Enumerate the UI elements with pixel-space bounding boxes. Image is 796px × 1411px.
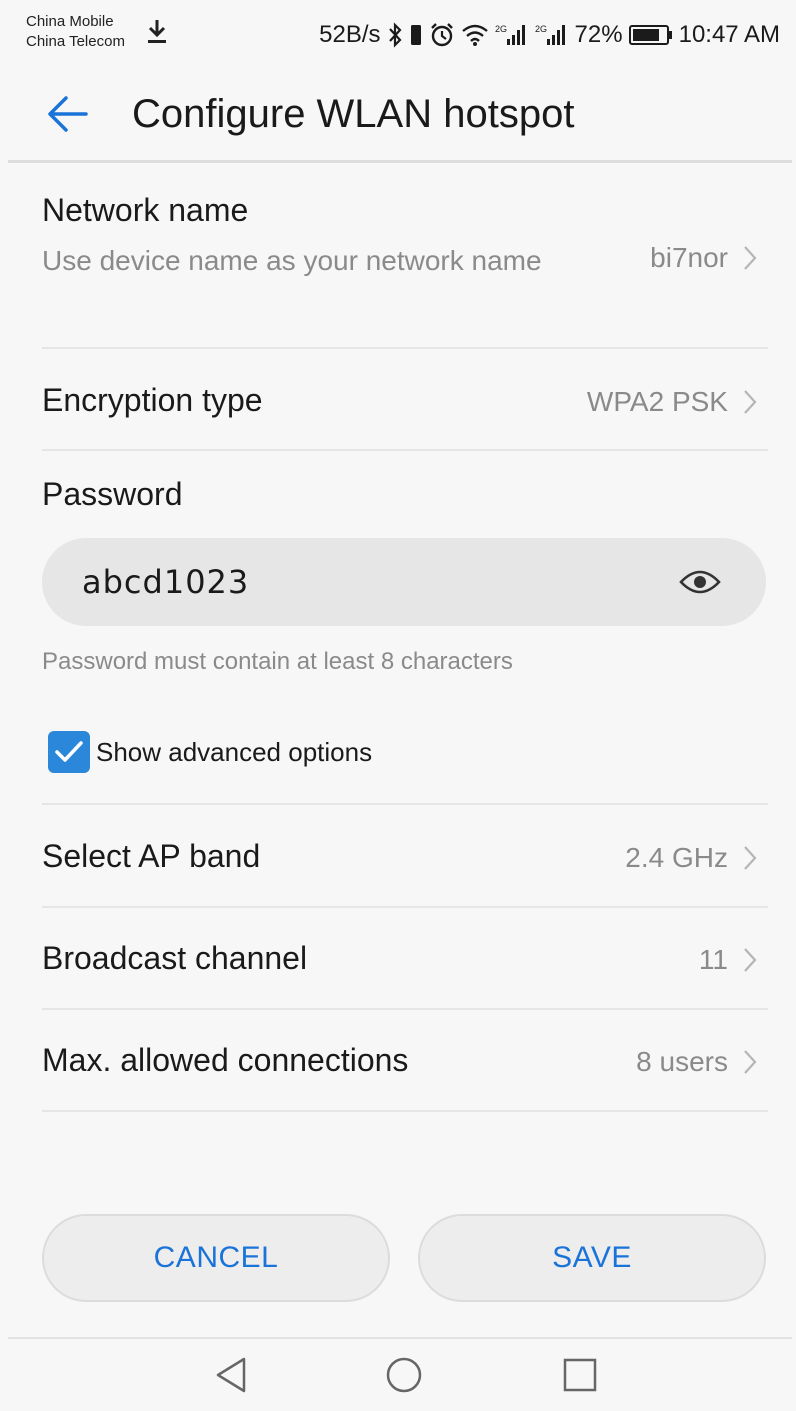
- divider: [42, 1008, 768, 1010]
- max-connections-row[interactable]: Max. allowed connections 8 users: [42, 1040, 768, 1088]
- network-name-value: bi7nor: [650, 242, 728, 273]
- carrier-1: China Mobile: [26, 13, 114, 30]
- chevron-right-icon: [744, 1050, 757, 1074]
- status-icons: 52B/s 2G 2G 72% 10:47 AM: [319, 18, 780, 52]
- network-name-row[interactable]: Network name Use device name as your net…: [42, 190, 768, 330]
- alarm-icon: [430, 23, 453, 47]
- signal-label-1: 2G: [495, 24, 507, 34]
- divider: [42, 1110, 768, 1112]
- wifi-icon: [461, 24, 488, 46]
- nav-recent-apps-icon[interactable]: [560, 1355, 600, 1395]
- clock: 10:47 AM: [678, 21, 780, 48]
- battery-percent: 72%: [574, 21, 623, 48]
- network-name-title: Network name: [42, 192, 249, 228]
- net-speed: 52B/s: [319, 21, 381, 48]
- advanced-options-label: Show advanced options: [96, 736, 373, 767]
- battery-icon: [628, 25, 672, 45]
- vibrate-icon: [410, 25, 421, 45]
- navigation-bar: [0, 1339, 796, 1411]
- header-divider: [8, 160, 792, 163]
- chevron-right-icon: [744, 948, 757, 972]
- screen: China Mobile China Telecom 52B/s 2G 2G 7…: [0, 0, 796, 1411]
- divider: [42, 803, 768, 805]
- ap-band-row[interactable]: Select AP band 2.4 GHz: [42, 836, 768, 884]
- password-title: Password: [42, 476, 183, 512]
- advanced-options-toggle[interactable]: Show advanced options: [48, 730, 372, 774]
- network-name-subtitle: Use device name as your network name: [42, 245, 542, 276]
- chevron-right-icon: [744, 390, 757, 414]
- password-hint: Password must contain at least 8 charact…: [42, 648, 513, 675]
- broadcast-channel-title: Broadcast channel: [42, 940, 308, 976]
- page-title: Configure WLAN hotspot: [132, 92, 575, 136]
- download-icon: [148, 20, 166, 43]
- password-input[interactable]: abcd1023: [42, 538, 766, 626]
- status-bar: China Mobile China Telecom 52B/s 2G 2G 7…: [0, 0, 796, 68]
- checkmark-icon: [55, 741, 83, 762]
- signal-label-2: 2G: [535, 24, 547, 34]
- nav-back-icon[interactable]: [212, 1355, 252, 1395]
- broadcast-channel-value: 11: [698, 944, 728, 975]
- eye-icon[interactable]: [678, 568, 722, 596]
- divider: [42, 906, 768, 908]
- nav-home-icon[interactable]: [384, 1355, 424, 1395]
- signal-icon: 2G: [535, 24, 565, 45]
- password-section: Password: [42, 474, 768, 518]
- carrier-labels: China Mobile China Telecom: [26, 12, 125, 52]
- save-button[interactable]: SAVE: [418, 1214, 766, 1302]
- advanced-options-checkbox[interactable]: [48, 731, 90, 773]
- cancel-button[interactable]: CANCEL: [42, 1214, 390, 1302]
- max-connections-value: 8 users: [636, 1046, 728, 1077]
- signal-icon: 2G: [495, 24, 525, 45]
- chevron-right-icon: [744, 846, 757, 870]
- back-arrow-icon[interactable]: [46, 92, 90, 136]
- ap-band-value: 2.4 GHz: [625, 842, 728, 873]
- carrier-2: China Telecom: [26, 33, 125, 50]
- divider: [42, 449, 768, 451]
- chevron-right-icon: [744, 246, 757, 270]
- app-bar: Configure WLAN hotspot: [0, 68, 796, 160]
- divider: [42, 347, 768, 349]
- bluetooth-icon: [388, 22, 402, 48]
- password-value[interactable]: abcd1023: [82, 562, 249, 602]
- encryption-type-row[interactable]: Encryption type WPA2 PSK: [42, 380, 768, 428]
- encryption-type-value: WPA2 PSK: [586, 386, 728, 417]
- broadcast-channel-row[interactable]: Broadcast channel 11: [42, 938, 768, 986]
